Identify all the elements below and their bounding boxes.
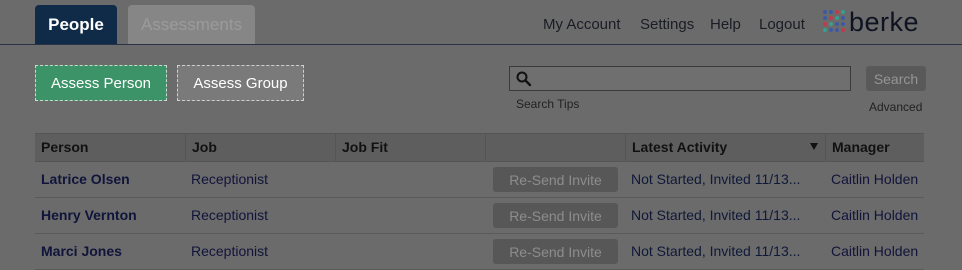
search-input[interactable] (509, 66, 851, 91)
person-name-link[interactable]: Marci Jones (35, 234, 185, 269)
nav-logout[interactable]: Logout (759, 16, 805, 33)
job-cell: Receptionist (191, 243, 269, 259)
person-name-link[interactable]: Henry Vernton (35, 198, 185, 233)
table-row: Henry Vernton Receptionist Re-Send Invit… (35, 198, 924, 234)
search-tips-link[interactable]: Search Tips (516, 97, 579, 111)
job-cell: Receptionist (191, 171, 269, 187)
table-header: Person Job Job Fit Latest Activity Manag… (35, 133, 924, 162)
berke-logo[interactable]: berke (823, 6, 919, 38)
job-fit-cell (335, 198, 485, 233)
person-name-link[interactable]: Latrice Olsen (35, 162, 185, 197)
column-latest-activity[interactable]: Latest Activity (625, 134, 825, 161)
tab-assessments[interactable]: Assessments (128, 5, 255, 44)
logo-dots-icon (823, 10, 847, 34)
assess-group-button[interactable]: Assess Group (177, 65, 304, 101)
assess-person-button[interactable]: Assess Person (35, 65, 167, 101)
sort-descending-icon[interactable] (810, 143, 818, 150)
top-bar: People Assessments My Account Settings H… (0, 0, 962, 45)
nav-settings[interactable]: Settings (640, 16, 694, 33)
logo-text: berke (849, 6, 920, 37)
latest-activity-cell: Not Started, Invited 11/13... (631, 243, 801, 259)
table-row: Latrice Olsen Receptionist Re-Send Invit… (35, 162, 924, 198)
manager-cell: Caitlin Holden (831, 171, 919, 187)
column-actions (485, 134, 625, 161)
tab-people[interactable]: People (35, 5, 117, 44)
search-button[interactable]: Search (866, 66, 926, 91)
job-fit-cell (335, 234, 485, 269)
manager-cell: Caitlin Holden (831, 243, 919, 259)
search-icon (516, 71, 532, 87)
advanced-search-link[interactable]: Advanced (869, 100, 922, 114)
resend-invite-button[interactable]: Re-Send Invite (493, 167, 618, 192)
nav-help[interactable]: Help (710, 16, 741, 33)
latest-activity-cell: Not Started, Invited 11/13... (631, 207, 801, 223)
column-person[interactable]: Person (35, 134, 185, 161)
people-table: Person Job Job Fit Latest Activity Manag… (35, 133, 924, 270)
job-cell: Receptionist (191, 207, 269, 223)
column-job-fit[interactable]: Job Fit (335, 134, 485, 161)
column-job[interactable]: Job (185, 134, 335, 161)
latest-activity-cell: Not Started, Invited 11/13... (631, 171, 801, 187)
column-manager[interactable]: Manager (825, 134, 924, 161)
resend-invite-button[interactable]: Re-Send Invite (493, 239, 618, 264)
manager-cell: Caitlin Holden (831, 207, 919, 223)
nav-my-account[interactable]: My Account (543, 16, 621, 33)
job-fit-cell (335, 162, 485, 197)
resend-invite-button[interactable]: Re-Send Invite (493, 203, 618, 228)
